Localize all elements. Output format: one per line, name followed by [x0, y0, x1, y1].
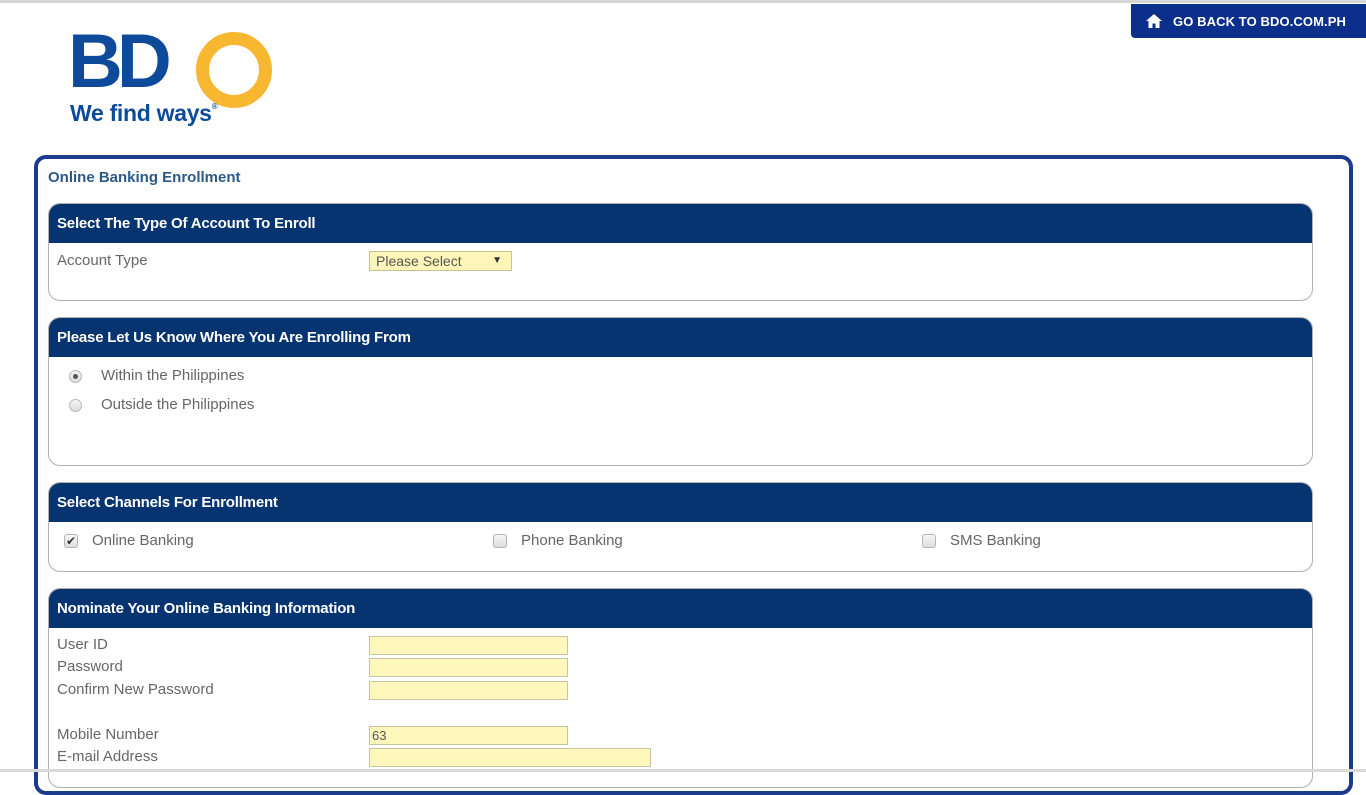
logo-letters: BD — [68, 19, 172, 104]
account-type-heading: Select The Type Of Account To Enroll — [49, 204, 1312, 243]
password-input[interactable] — [369, 658, 568, 677]
go-back-button[interactable]: GO BACK TO BDO.COM.PH — [1131, 4, 1366, 38]
bdo-logo[interactable]: BD We find ways® — [68, 24, 272, 130]
checkbox-online-banking[interactable]: ✔ — [64, 534, 78, 548]
mobile-number-label: Mobile Number — [57, 726, 159, 743]
radio-within-label[interactable]: Within the Philippines — [101, 367, 244, 384]
location-panel: Please Let Us Know Where You Are Enrolli… — [48, 317, 1313, 466]
radio-outside-philippines[interactable] — [69, 399, 82, 412]
user-id-input[interactable] — [369, 636, 568, 655]
account-type-select[interactable]: Please Select ▼ — [369, 251, 512, 271]
page-title: Online Banking Enrollment — [48, 169, 241, 186]
account-type-panel: Select The Type Of Account To Enroll Acc… — [48, 203, 1313, 301]
radio-outside-label[interactable]: Outside the Philippines — [101, 396, 254, 413]
channels-heading: Select Channels For Enrollment — [49, 483, 1312, 522]
user-id-label: User ID — [57, 636, 108, 653]
logo-o-ring — [196, 32, 272, 108]
online-info-heading: Nominate Your Online Banking Information — [49, 589, 1312, 628]
account-type-value: Please Select — [376, 253, 462, 269]
phone-banking-label[interactable]: Phone Banking — [521, 532, 623, 549]
online-banking-label[interactable]: Online Banking — [92, 532, 194, 549]
channels-panel: Select Channels For Enrollment ✔ Online … — [48, 482, 1313, 572]
confirm-password-label: Confirm New Password — [57, 681, 214, 698]
top-border — [0, 0, 1366, 3]
mobile-number-input[interactable]: 63 — [369, 726, 568, 745]
sms-banking-label[interactable]: SMS Banking — [950, 532, 1041, 549]
online-info-panel: Nominate Your Online Banking Information… — [48, 588, 1313, 788]
go-back-label: GO BACK TO BDO.COM.PH — [1173, 13, 1347, 29]
home-icon — [1146, 14, 1162, 28]
email-label: E-mail Address — [57, 748, 158, 765]
logo-tagline: We find ways® — [70, 100, 218, 126]
email-input[interactable] — [369, 748, 651, 767]
account-type-label: Account Type — [57, 252, 148, 269]
checkbox-phone-banking[interactable] — [493, 534, 507, 548]
dropdown-arrow-icon: ▼ — [492, 255, 502, 266]
confirm-password-input[interactable] — [369, 681, 568, 700]
location-heading: Please Let Us Know Where You Are Enrolli… — [49, 318, 1312, 357]
checkbox-sms-banking[interactable] — [922, 534, 936, 548]
password-label: Password — [57, 658, 123, 675]
radio-within-philippines[interactable] — [69, 370, 82, 383]
